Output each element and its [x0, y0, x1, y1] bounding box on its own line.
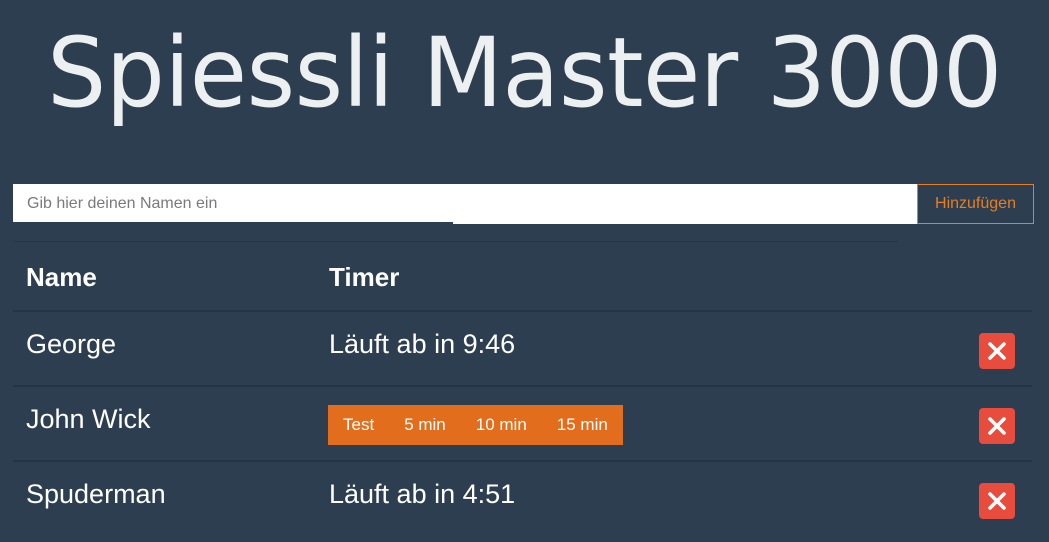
column-header-name: Name	[26, 262, 97, 292]
page-title: Spiessli Master 3000	[47, 17, 1002, 129]
delete-button[interactable]	[979, 483, 1015, 519]
timer-option-test[interactable]: Test	[328, 405, 390, 445]
add-player-form: Hinzufügen	[13, 184, 1034, 224]
table-row: Spuderman Läuft ab in 4:51	[13, 462, 1032, 537]
timer-options: Test 5 min 10 min 15 min	[328, 405, 623, 445]
timer-option-15-min[interactable]: 15 min	[541, 405, 623, 445]
table-header: Name Timer	[13, 242, 1032, 312]
players-table: Name Timer George Läuft ab in 9:46 John …	[13, 242, 1032, 537]
timer-status: Läuft ab in 4:51	[329, 479, 516, 509]
timer-option-5-min[interactable]: 5 min	[389, 405, 461, 445]
timer-status: Läuft ab in 9:46	[329, 329, 516, 359]
delete-button[interactable]	[979, 408, 1015, 444]
player-name: John Wick	[26, 404, 151, 434]
player-name: Spuderman	[26, 479, 166, 509]
add-button[interactable]: Hinzufügen	[917, 184, 1034, 224]
input-underline	[13, 222, 453, 224]
timer-option-10-min[interactable]: 10 min	[460, 405, 542, 445]
table-row: George Läuft ab in 9:46	[13, 312, 1032, 387]
close-icon	[988, 417, 1006, 435]
column-header-timer: Timer	[329, 262, 400, 292]
player-name: George	[26, 329, 117, 359]
delete-button[interactable]	[979, 333, 1015, 369]
close-icon	[988, 342, 1006, 360]
name-input[interactable]	[13, 184, 917, 224]
table-row: John Wick Test 5 min 10 min 15 min	[13, 387, 1032, 462]
close-icon	[988, 492, 1006, 510]
